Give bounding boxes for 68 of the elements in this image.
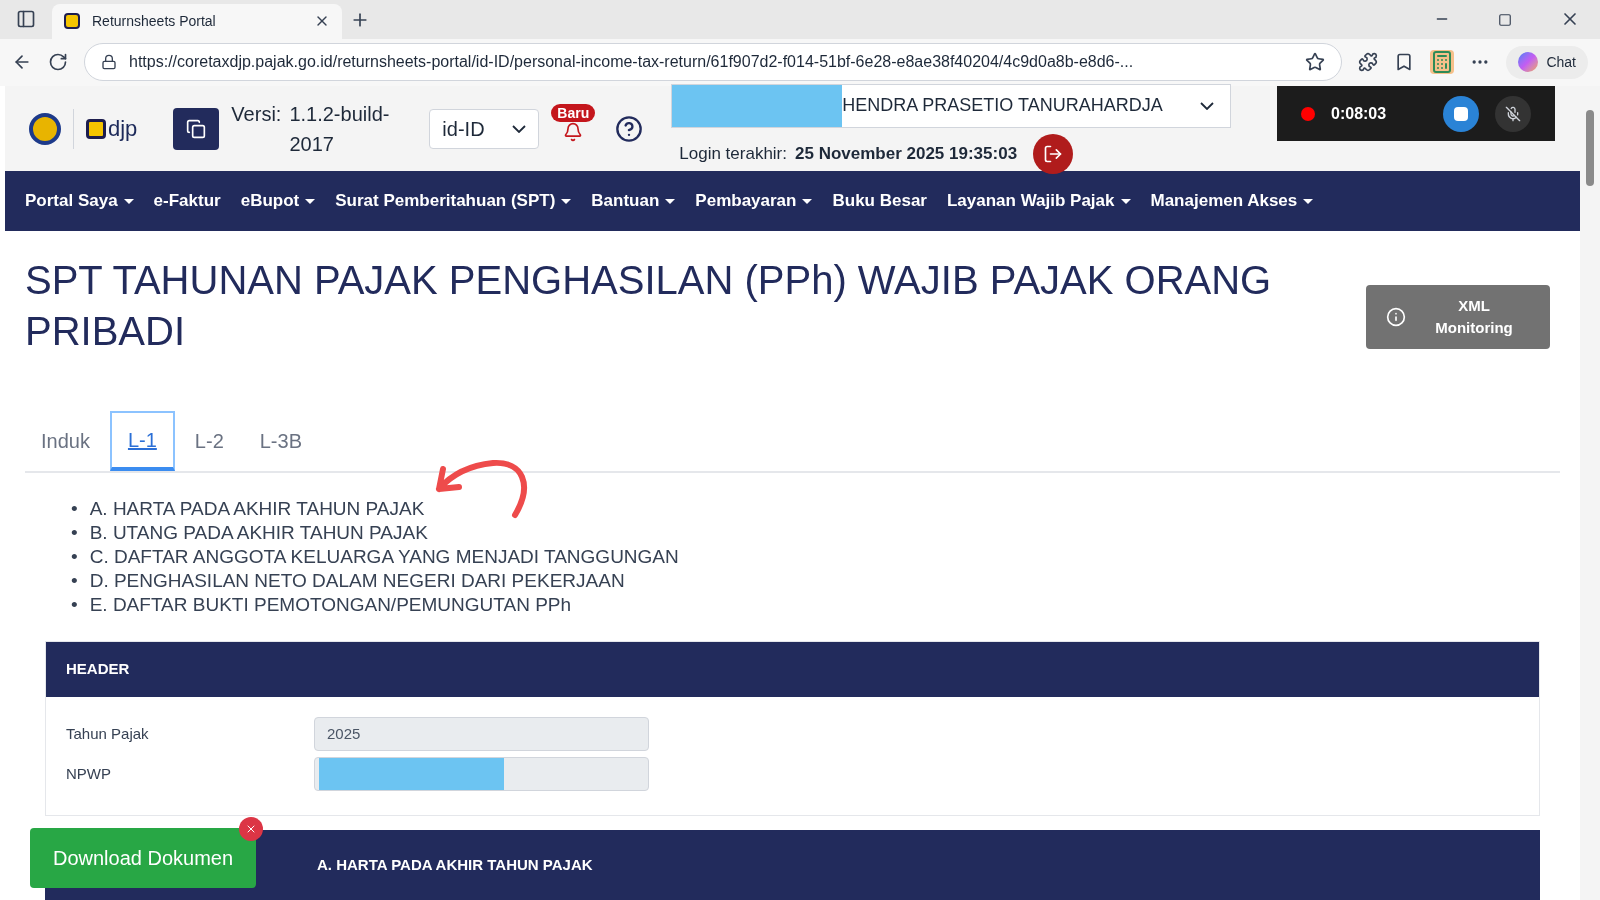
nav-item[interactable]: e-Faktur: [153, 188, 221, 214]
reload-icon[interactable]: [48, 52, 68, 73]
input-field[interactable]: [314, 757, 649, 791]
section-title: A. HARTA PADA AKHIR TAHUN PAJAK: [317, 854, 593, 875]
browser-tab[interactable]: Returnsheets Portal: [52, 3, 342, 39]
lock-icon: [101, 54, 117, 71]
tab-title: Returnsheets Portal: [92, 11, 217, 31]
tab[interactable]: L-3B: [243, 411, 318, 471]
mic-off-icon[interactable]: [1495, 95, 1531, 132]
section-link[interactable]: E. DAFTAR BUKTI PEMOTONGAN/PEMUNGUTAN PPh: [89, 593, 572, 617]
login-time: 25 November 2025 19:35:03: [795, 142, 1018, 165]
address-bar[interactable]: https://coretaxdjp.pajak.go.id/returnsheets-portal/id-ID/personal-income-tax-return/61f907d2-f014-51bf-6e28-e8ae38f40204/4c9d0a8b-e8d6-...: [84, 43, 1343, 82]
help-icon[interactable]: [615, 114, 644, 143]
logo-mark-icon: [86, 118, 106, 139]
version-text: 1.1.2-build-2017: [289, 101, 391, 157]
input-field[interactable]: 2025: [314, 717, 649, 751]
xml-monitoring-button[interactable]: XML Monitoring: [1366, 285, 1550, 349]
puzzle-icon[interactable]: [1358, 52, 1379, 73]
site-logo-icon: [64, 13, 80, 30]
page-title: SPT TAHUNAN PAJAK PENGHASILAN (PPh) WAJIB PAJAK ORANG PRIBADI: [25, 257, 1273, 355]
version-label: Versi:: [231, 101, 282, 127]
recording-time: 0:08:03: [1331, 103, 1388, 124]
nav-item[interactable]: Manajemen Akses: [1150, 188, 1314, 214]
chevron-down-icon: [512, 124, 527, 133]
card-title: HEADER: [66, 659, 130, 680]
section-link[interactable]: A. HARTA PADA AKHIR TAHUN PAJAK: [89, 497, 425, 521]
stop-icon[interactable]: [1443, 95, 1479, 132]
field-label: NPWP: [66, 763, 112, 784]
logo-text: djp: [108, 115, 138, 143]
close-icon[interactable]: [239, 817, 263, 841]
chat-logo-icon: [1518, 52, 1539, 73]
field-label: Tahun Pajak: [66, 723, 150, 744]
bell-icon[interactable]: [563, 121, 584, 142]
tab[interactable]: Induk: [25, 411, 106, 471]
nav-item[interactable]: eBupot: [240, 188, 316, 214]
user-select[interactable]: HENDRA PRASETIO TANURAHARDJA: [671, 83, 1232, 128]
star-icon[interactable]: [1305, 52, 1326, 73]
list-marker: •: [71, 593, 78, 617]
nav-item[interactable]: Layanan Wajib Pajak: [946, 188, 1131, 214]
language-select[interactable]: id-ID: [429, 108, 540, 149]
tab[interactable]: L-2: [178, 411, 240, 471]
section-link[interactable]: B. UTANG PADA AKHIR TAHUN PAJAK: [89, 521, 428, 545]
new-badge: Baru: [551, 103, 596, 122]
chat-button[interactable]: Chat: [1506, 45, 1588, 79]
scrollbar[interactable]: [1580, 86, 1600, 900]
tab[interactable]: L-1: [109, 411, 175, 471]
user-name: HENDRA PRASETIO TANURAHARDJA: [842, 94, 1164, 117]
copy-icon[interactable]: [173, 107, 220, 150]
nav-item[interactable]: Pembayaran: [695, 188, 813, 214]
nav-item[interactable]: Buku Besar: [832, 188, 927, 214]
section-link[interactable]: D. PENGHASILAN NETO DALAM NEGERI DARI PEKERJAAN: [89, 569, 625, 593]
sidebar-toggle-icon[interactable]: [16, 8, 36, 29]
list-marker: •: [71, 497, 78, 521]
nav-item[interactable]: Portal Saya: [25, 188, 134, 214]
login-label: Login terakhir:: [679, 142, 787, 165]
emblem-icon: [29, 112, 61, 145]
nav-item[interactable]: Bantuan: [591, 188, 676, 214]
chevron-down-icon: [1200, 101, 1215, 110]
url-text: https://coretaxdjp.pajak.go.id/returnsheets-portal/id-ID/personal-income-tax-return/61f907d2-f014-51bf-6e28-e8ae38f40204/4c9d0a8b-e8d6-...: [129, 52, 1135, 73]
nav-item[interactable]: Surat Pemberitahuan (SPT): [335, 188, 572, 214]
list-marker: •: [71, 521, 78, 545]
section-link[interactable]: C. DAFTAR ANGGOTA KELUARGA YANG MENJADI TANGGUNGAN: [89, 545, 679, 569]
restore-icon[interactable]: [1498, 12, 1512, 27]
list-marker: •: [71, 569, 78, 593]
logout-icon[interactable]: [1033, 133, 1074, 174]
calculator-icon[interactable]: [1430, 50, 1455, 75]
list-marker: •: [71, 545, 78, 569]
info-icon: [1386, 307, 1406, 327]
